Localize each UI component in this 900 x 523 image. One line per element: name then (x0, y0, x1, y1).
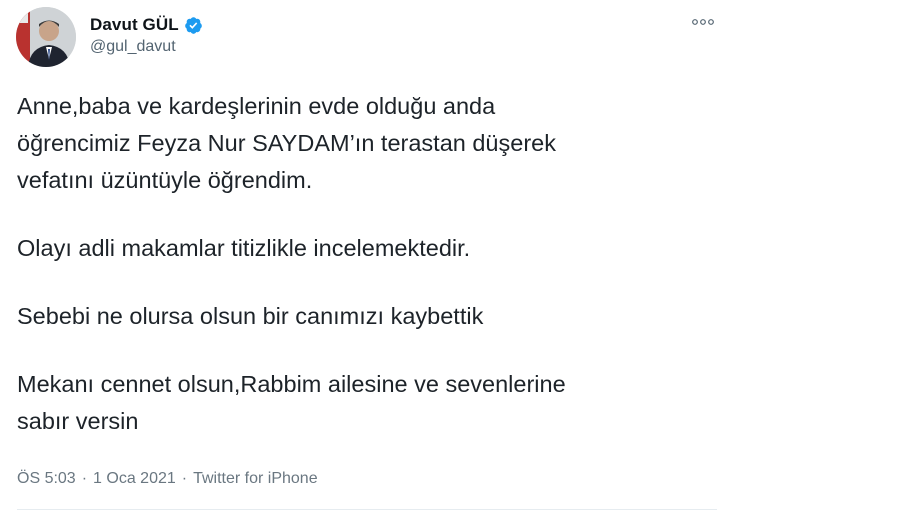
tweet-card: Davut GÜL @gul_davut Anne,baba ve kardeş… (0, 0, 900, 523)
tweet-paragraph: Anne,baba ve kardeşlerinin evde olduğu a… (17, 88, 717, 199)
tweet-date[interactable]: 1 Oca 2021 (93, 470, 176, 488)
avatar[interactable] (16, 7, 76, 67)
divider (17, 509, 717, 510)
author-display-name[interactable]: Davut GÜL (90, 15, 179, 35)
meta-separator: · (181, 470, 188, 487)
tweet-meta: ÖS 5:03 · 1 Oca 2021 · Twitter for iPhon… (17, 470, 318, 488)
tweet-line: öğrencimiz Feyza Nur SAYDAM’ın terastan … (17, 130, 556, 156)
author-name-row[interactable]: Davut GÜL (90, 14, 203, 36)
meta-separator: · (81, 470, 88, 487)
tweet-paragraph: Olayı adli makamlar titizlikle incelemek… (17, 230, 717, 267)
tweet-line: Mekanı cennet olsun,Rabbim ailesine ve s… (17, 371, 566, 397)
tweet-time[interactable]: ÖS 5:03 (17, 470, 76, 488)
tweet-line: vefatını üzüntüyle öğrendim. (17, 167, 313, 193)
tweet-line: Sebebi ne olursa olsun bir canımızı kayb… (17, 303, 484, 329)
verified-badge-icon (184, 16, 203, 35)
author-handle[interactable]: @gul_davut (90, 38, 176, 56)
tweet-line: Olayı adli makamlar titizlikle incelemek… (17, 235, 471, 261)
tweet-paragraph: Mekanı cennet olsun,Rabbim ailesine ve s… (17, 366, 717, 440)
tweet-line: sabır versin (17, 408, 139, 434)
tweet-paragraph: Sebebi ne olursa olsun bir canımızı kayb… (17, 298, 717, 335)
tweet-source[interactable]: Twitter for iPhone (193, 470, 318, 488)
tweet-line: Anne,baba ve kardeşlerinin evde olduğu a… (17, 93, 496, 119)
tweet-text: Anne,baba ve kardeşlerinin evde olduğu a… (17, 88, 717, 440)
more-options-icon[interactable] (690, 12, 716, 32)
